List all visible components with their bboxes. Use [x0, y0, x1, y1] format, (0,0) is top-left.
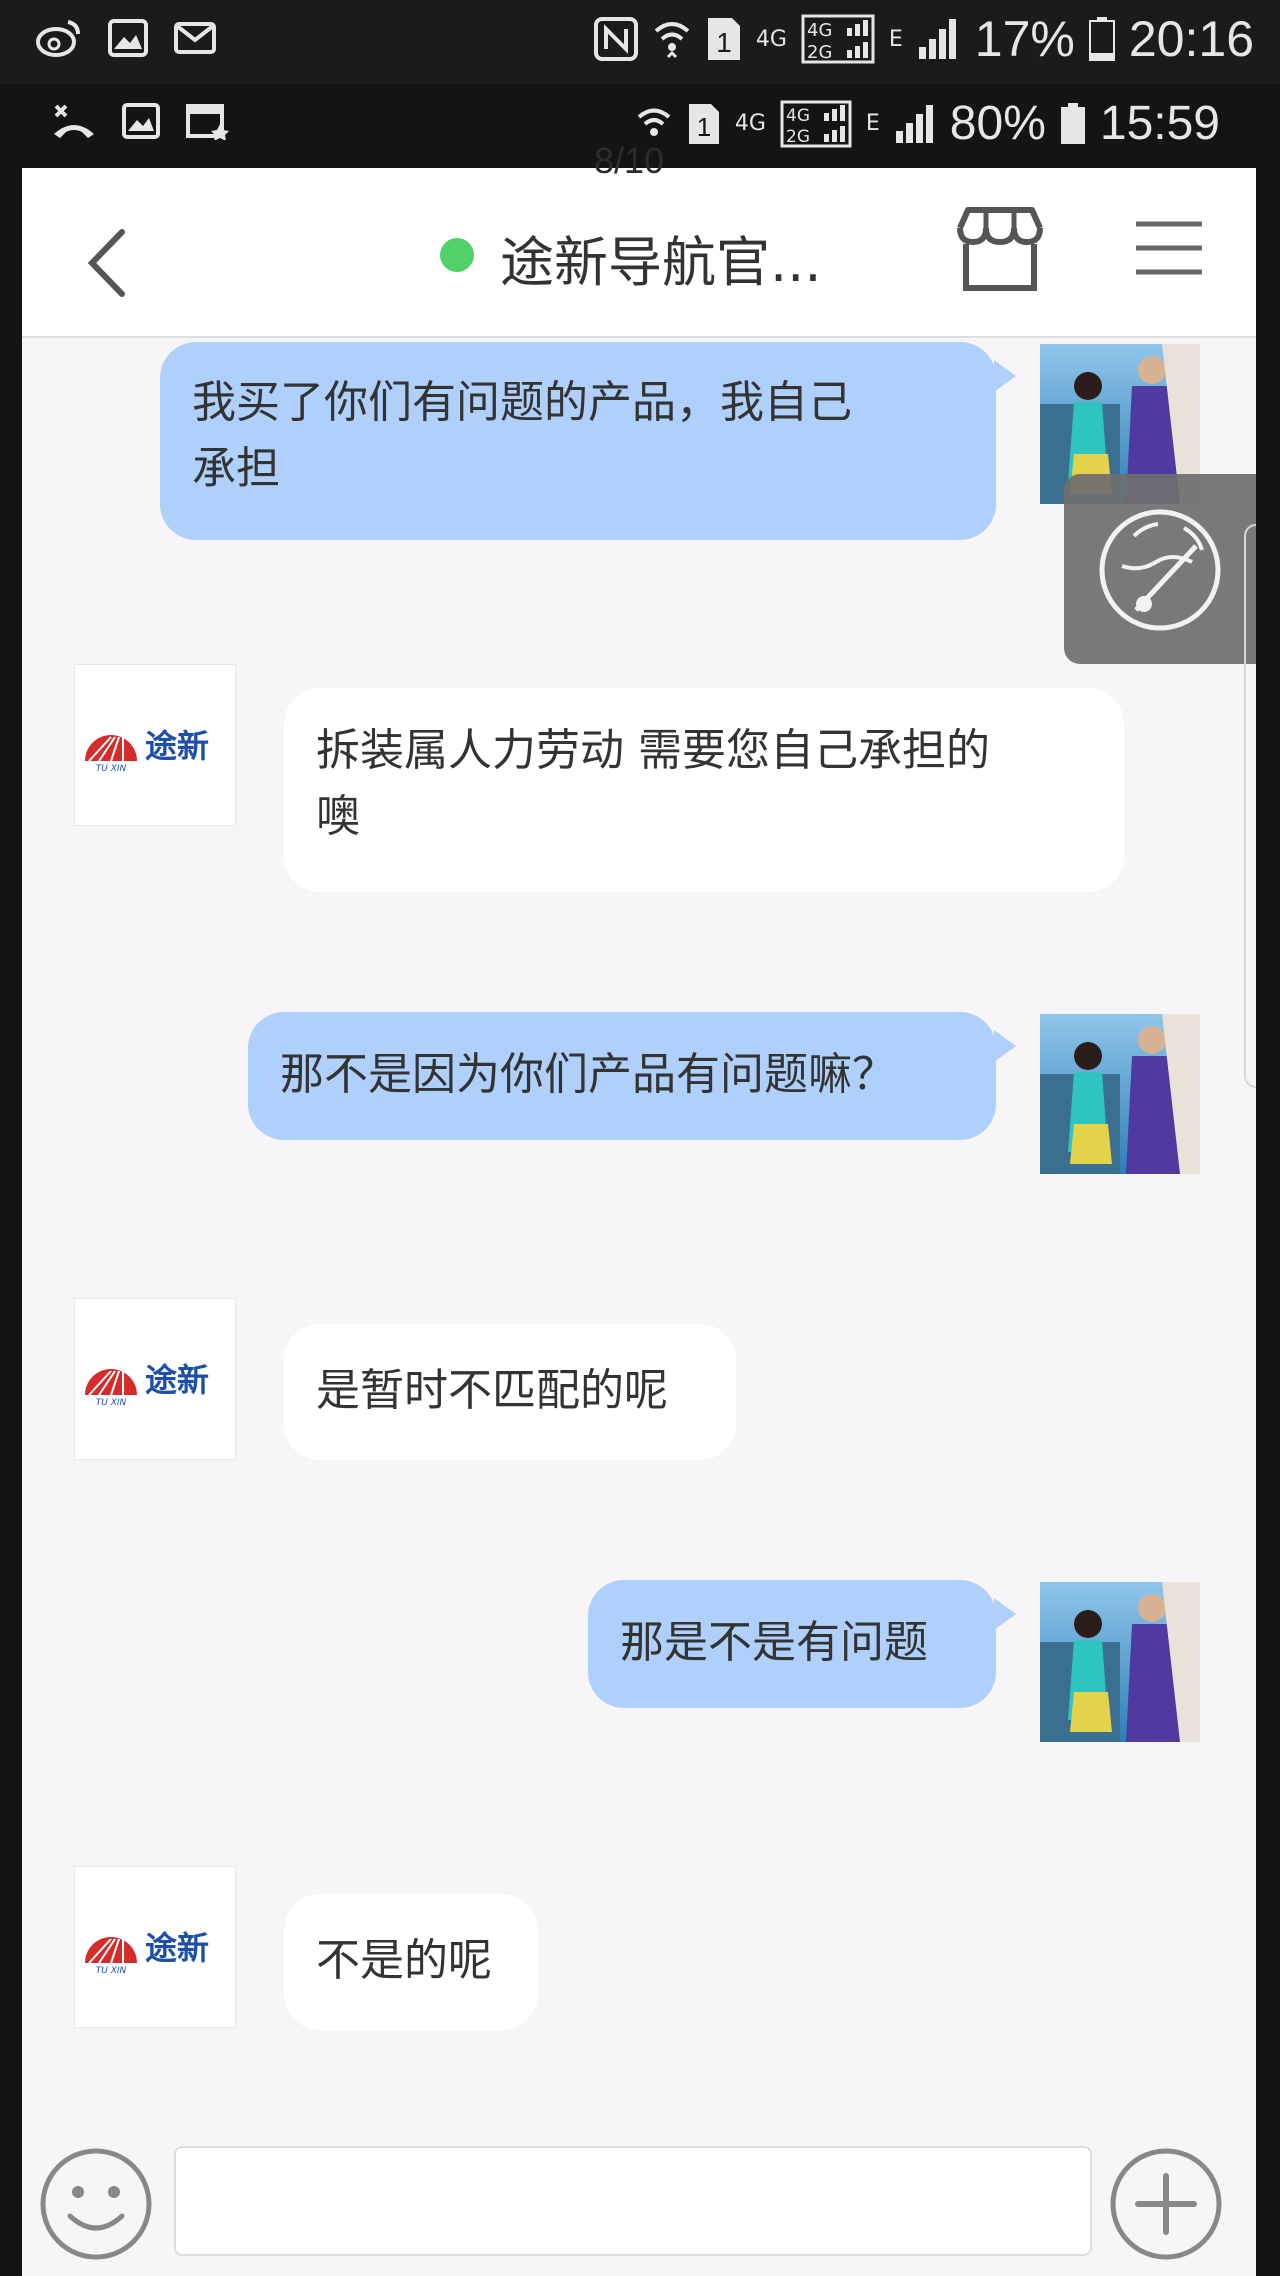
svg-text:途新: 途新 — [145, 727, 209, 765]
gallery-icon — [122, 103, 160, 139]
floating-assistant-button[interactable] — [1064, 474, 1256, 664]
wifi-icon — [652, 17, 692, 61]
bubble-tail — [994, 360, 1016, 392]
my-message-bubble[interactable]: 那是不是有问题 — [588, 1580, 996, 1708]
sim-icon: 1 — [687, 102, 721, 146]
merchant-message-bubble[interactable]: 是暂时不匹配的呢 — [284, 1324, 736, 1460]
merchant-avatar[interactable]: TU XIN 途新 — [74, 1298, 236, 1460]
clock: 20:16 — [1128, 11, 1254, 67]
menu-icon[interactable] — [1134, 220, 1204, 280]
battery-percent: 80% — [949, 97, 1046, 150]
missed-call-icon — [52, 102, 96, 140]
signal-icon — [917, 17, 961, 61]
svg-text:4G: 4G — [786, 106, 810, 126]
weibo-icon — [34, 18, 82, 58]
online-status-dot — [440, 238, 474, 272]
chat-title[interactable]: 途新导航官... — [500, 218, 822, 297]
gallery-icon — [108, 19, 148, 57]
emoji-button[interactable] — [38, 2146, 154, 2266]
merchant-avatar[interactable]: TU XIN 途新 — [74, 1866, 236, 2028]
mail-icon — [174, 22, 216, 54]
svg-text:TU XIN: TU XIN — [96, 1966, 127, 1976]
my-message-bubble[interactable]: 那不是因为你们产品有问题嘛？ — [248, 1012, 996, 1140]
nfc-icon — [593, 17, 638, 61]
svg-text:TU XIN: TU XIN — [96, 1398, 127, 1408]
edge-handle[interactable] — [1244, 524, 1256, 1088]
svg-text:1: 1 — [697, 112, 711, 142]
my-avatar[interactable] — [1040, 1582, 1200, 1742]
battery-icon — [1088, 17, 1115, 61]
svg-text:4G: 4G — [807, 20, 832, 41]
message-text: 拆装属人力劳动 需要您自己承担的 — [316, 725, 990, 776]
svg-text:途新: 途新 — [145, 1929, 209, 1967]
merchant-avatar[interactable]: TU XIN 途新 — [74, 664, 236, 826]
dual-signal-icon: 4G 2G — [780, 100, 852, 148]
input-bar — [22, 2122, 1256, 2276]
extra-network: E — [888, 26, 903, 52]
svg-text:1: 1 — [716, 27, 732, 58]
svg-text:2G: 2G — [807, 42, 832, 63]
battery-percent: 17% — [974, 11, 1075, 67]
message-text: 不是的呢 — [316, 1935, 492, 1986]
calendar-icon — [186, 102, 230, 140]
message-text: 是暂时不匹配的呢 — [316, 1365, 668, 1416]
plus-button[interactable] — [1108, 2146, 1224, 2266]
message-text: 噢 — [316, 791, 360, 842]
shop-icon[interactable] — [950, 204, 1050, 298]
svg-text:途新: 途新 — [145, 1361, 209, 1399]
message-text: 承担 — [192, 443, 280, 494]
clock: 15:59 — [1099, 97, 1220, 150]
message-input[interactable] — [174, 2146, 1092, 2256]
wifi-icon — [635, 103, 673, 145]
bubble-tail — [994, 1030, 1016, 1062]
message-text: 那是不是有问题 — [620, 1617, 928, 1668]
network-type: 4G — [734, 111, 766, 136]
svg-text:TU XIN: TU XIN — [96, 764, 127, 774]
message-text: 我买了你们有问题的产品，我自己 — [192, 377, 852, 428]
bubble-tail — [994, 1598, 1016, 1630]
my-avatar[interactable] — [1040, 1014, 1200, 1174]
svg-text:2G: 2G — [786, 127, 810, 147]
chat-screen: 1 4G 4G 2G E 80% 15:59 8/10 途新导航官... 我买了… — [22, 84, 1256, 2276]
merchant-message-bubble[interactable]: 拆装属人力劳动 需要您自己承担的 噢 — [284, 688, 1124, 892]
back-button[interactable] — [82, 228, 130, 297]
extra-network: E — [865, 111, 880, 136]
sim-icon: 1 — [706, 16, 742, 62]
outer-status-bar: 1 4G 4G 2G E 17% 20:16 — [0, 0, 1280, 84]
signal-icon — [894, 103, 936, 145]
network-type: 4G — [755, 26, 787, 52]
message-text: 那不是因为你们产品有问题嘛？ — [280, 1049, 896, 1100]
dual-signal-icon: 4G 2G — [801, 14, 875, 64]
battery-icon — [1060, 102, 1086, 145]
my-message-bubble[interactable]: 我买了你们有问题的产品，我自己 承担 — [160, 342, 996, 540]
image-page-counter: 8/10 — [594, 140, 665, 181]
merchant-message-bubble[interactable]: 不是的呢 — [284, 1894, 538, 2030]
